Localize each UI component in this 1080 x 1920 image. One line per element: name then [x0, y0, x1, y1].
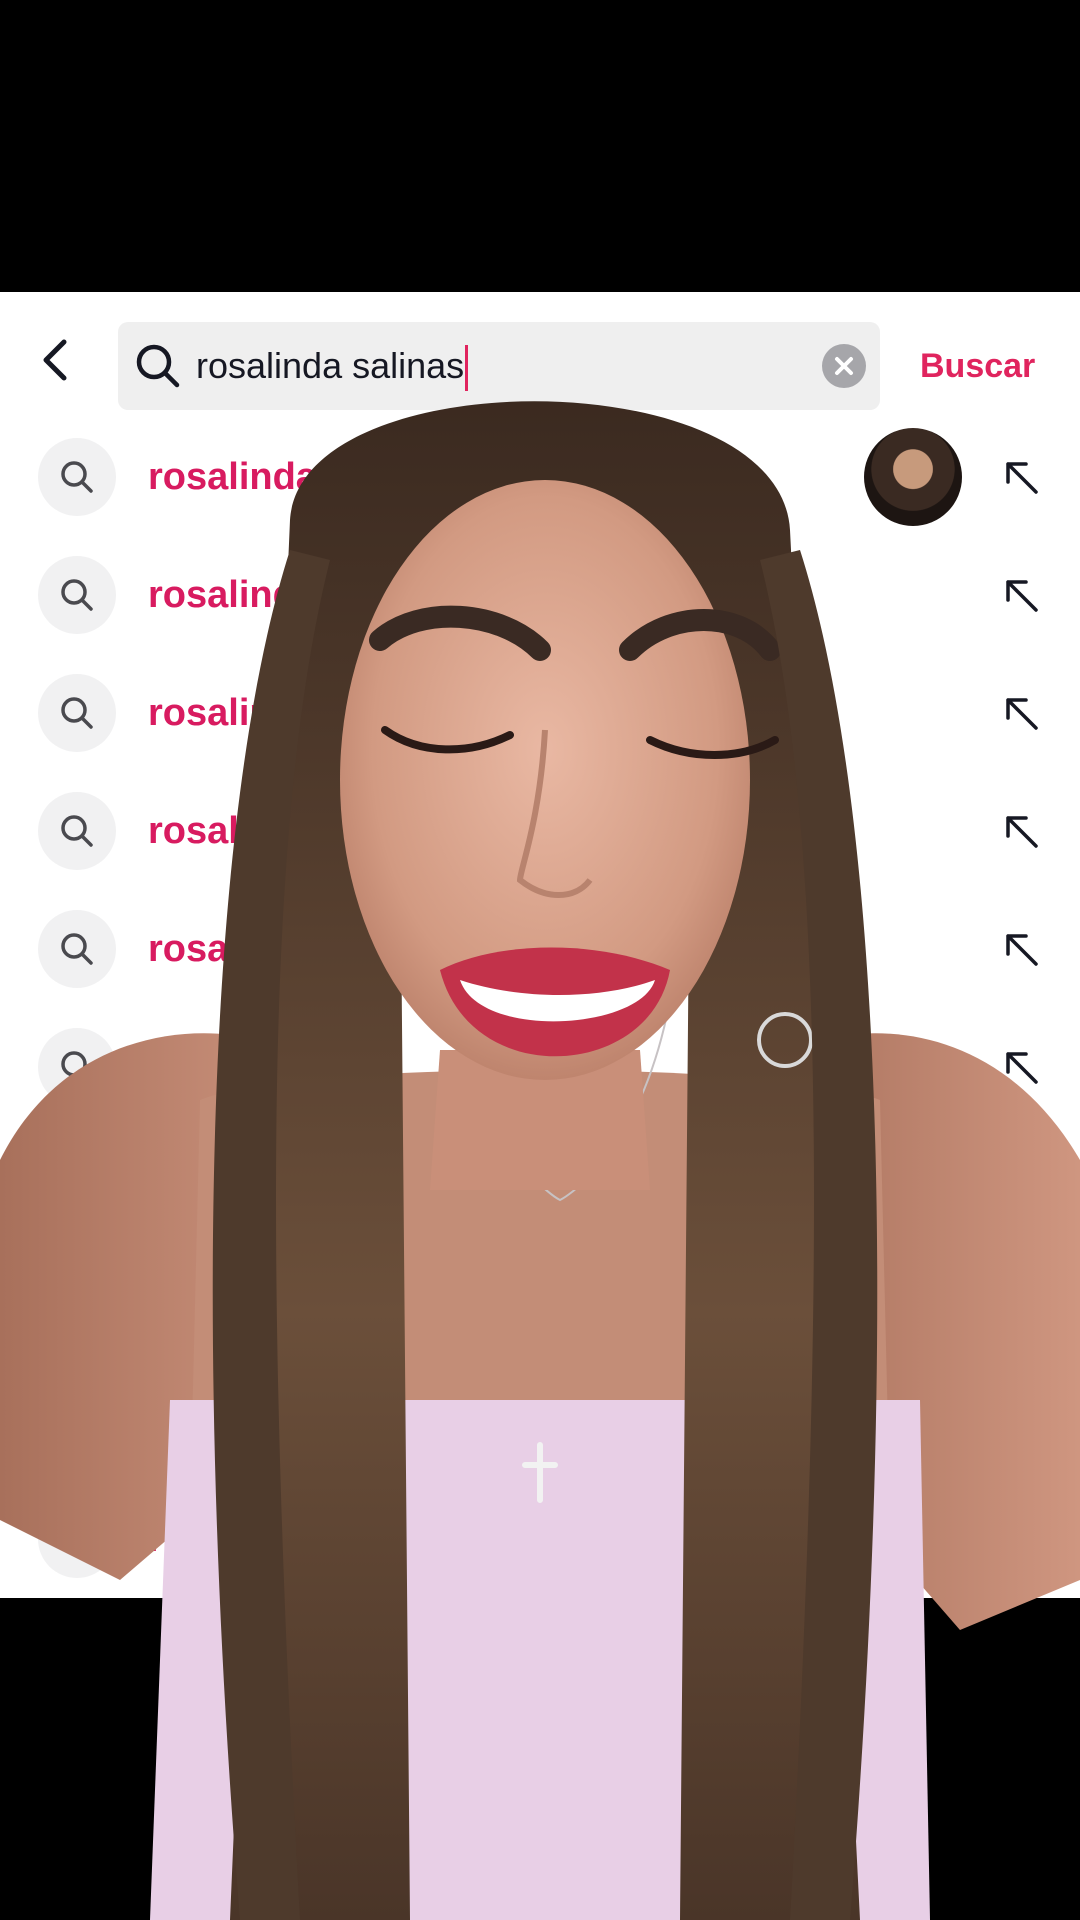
search-input[interactable]: rosalinda salinas	[118, 322, 880, 410]
text-cursor	[465, 345, 469, 392]
person-overlay	[0, 400, 1080, 1920]
clear-icon	[835, 357, 853, 375]
back-button[interactable]	[28, 332, 84, 388]
search-query-text[interactable]: rosalinda salinas	[196, 322, 469, 410]
search-query-value: rosalinda salinas	[196, 345, 465, 386]
chevron-left-icon	[43, 339, 67, 381]
search-icon	[136, 344, 180, 388]
screen: rosalinda salinas Buscar rosalinda salin…	[0, 0, 1080, 1920]
person-illustration	[0, 401, 1080, 1920]
clear-search-button[interactable]	[822, 344, 866, 388]
search-submit-button[interactable]: Buscar	[920, 322, 1035, 410]
